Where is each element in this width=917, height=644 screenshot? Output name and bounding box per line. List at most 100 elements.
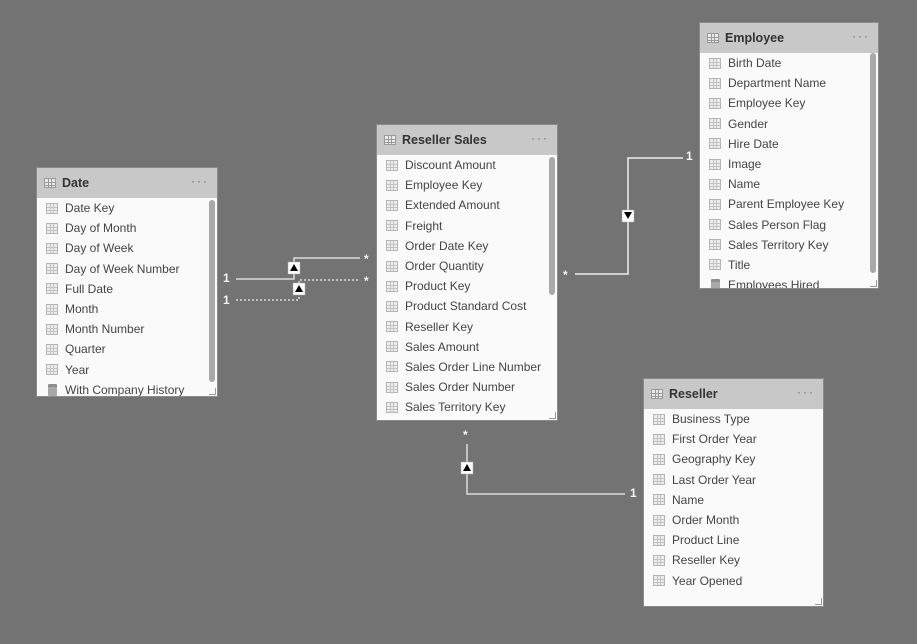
field-item[interactable]: Order Date Key	[377, 236, 557, 256]
field-item[interactable]: With Company History	[37, 380, 217, 396]
field-item[interactable]: Sales Amount	[377, 337, 557, 357]
column-icon	[46, 222, 58, 234]
field-item[interactable]: Day of Week Number	[37, 259, 217, 279]
table-icon	[44, 178, 56, 188]
table-header[interactable]: Reseller Sales ···	[377, 125, 557, 155]
field-label: Full Date	[65, 281, 114, 296]
field-item[interactable]: Month Number	[37, 319, 217, 339]
field-item[interactable]: Sales Territory Key	[377, 397, 557, 417]
table-card-date[interactable]: Date ··· Date Key Day of Month Day of Week…	[37, 168, 217, 396]
field-item[interactable]: Sales Person Flag	[700, 215, 878, 235]
field-item[interactable]: Sales Order Number	[377, 377, 557, 397]
more-options-button[interactable]: ···	[852, 30, 870, 42]
field-list: Business Type First Order Year Geography K…	[644, 409, 823, 606]
column-icon	[653, 534, 665, 546]
field-item[interactable]: Business Type	[644, 409, 823, 429]
column-icon	[46, 202, 58, 214]
field-item[interactable]: Quarter	[37, 339, 217, 359]
field-item[interactable]: Employee Key	[377, 175, 557, 195]
field-item[interactable]: Sales Order Line Number	[377, 357, 557, 377]
field-item[interactable]: Gender	[700, 114, 878, 134]
column-icon	[46, 323, 58, 335]
field-item[interactable]: Date Key	[37, 198, 217, 218]
resize-handle[interactable]	[209, 388, 216, 395]
field-item[interactable]: Year	[37, 360, 217, 380]
field-item[interactable]: Parent Employee Key	[700, 194, 878, 214]
field-item[interactable]: Product Line	[644, 530, 823, 550]
field-label: Parent Employee Key	[728, 197, 845, 212]
field-item[interactable]: Reseller Key	[377, 317, 557, 337]
field-item[interactable]: Employees Hired	[700, 275, 878, 288]
table-card-employee[interactable]: Employee ··· Birth Date Department Name Em…	[700, 23, 878, 288]
field-item[interactable]: Reseller Key	[644, 550, 823, 570]
resize-handle[interactable]	[549, 412, 556, 419]
column-icon	[46, 343, 58, 355]
table-title: Date	[62, 176, 90, 190]
resize-handle[interactable]	[815, 598, 822, 605]
field-label: Reseller Key	[405, 319, 474, 334]
scrollbar[interactable]	[209, 200, 215, 382]
scrollbar[interactable]	[549, 157, 555, 295]
field-item[interactable]: Image	[700, 154, 878, 174]
field-item[interactable]: Name	[700, 174, 878, 194]
column-icon	[709, 97, 721, 109]
field-item[interactable]: Order Quantity	[377, 256, 557, 276]
field-label: Product Standard Cost	[405, 299, 527, 314]
column-icon	[386, 199, 398, 211]
field-item[interactable]: Day of Month	[37, 218, 217, 238]
relationship-reseller-reseller-sales[interactable]	[466, 444, 625, 495]
table-title: Reseller Sales	[402, 133, 487, 147]
resize-handle[interactable]	[870, 280, 877, 287]
column-icon	[46, 283, 58, 295]
table-header[interactable]: Date ···	[37, 168, 217, 198]
field-item[interactable]: Extended Amount	[377, 195, 557, 215]
column-icon	[386, 220, 398, 232]
field-item[interactable]: Birth Date	[700, 53, 878, 73]
field-label: Department Name	[728, 76, 827, 91]
more-options-button[interactable]: ···	[191, 175, 209, 187]
cardinality-one-label: 1	[630, 486, 637, 500]
field-item[interactable]: Title	[700, 255, 878, 275]
column-icon	[386, 361, 398, 373]
field-item[interactable]: Discount Amount	[377, 155, 557, 175]
field-item[interactable]: Department Name	[700, 73, 878, 93]
table-card-reseller[interactable]: Reseller ··· Business Type First Order Ye…	[644, 379, 823, 606]
field-item[interactable]: Month	[37, 299, 217, 319]
field-item[interactable]: Year Opened	[644, 571, 823, 591]
field-label: Order Quantity	[405, 259, 484, 274]
field-label: Order Month	[672, 513, 740, 528]
field-item[interactable]: Sales Territory Key	[700, 235, 878, 255]
field-item[interactable]: Order Month	[644, 510, 823, 530]
field-label: Sales Person Flag	[728, 217, 827, 232]
field-item[interactable]: First Order Year	[644, 429, 823, 449]
more-options-button[interactable]: ···	[797, 386, 815, 398]
field-label: Order Date Key	[405, 238, 489, 253]
field-label: Day of Week Number	[65, 261, 180, 276]
table-icon	[651, 389, 663, 399]
field-item[interactable]: Product Standard Cost	[377, 296, 557, 316]
filter-direction-arrow-down-icon	[621, 209, 635, 223]
column-icon	[386, 381, 398, 393]
more-options-button[interactable]: ···	[531, 132, 549, 144]
field-label: Day of Month	[65, 221, 137, 236]
table-header[interactable]: Reseller ···	[644, 379, 823, 409]
field-item[interactable]: Name	[644, 490, 823, 510]
field-label: Sales Order Line Number	[405, 359, 542, 374]
field-item[interactable]: Full Date	[37, 279, 217, 299]
column-icon	[46, 303, 58, 315]
field-label: Geography Key	[672, 452, 756, 467]
field-item[interactable]: Day of Week	[37, 238, 217, 258]
table-card-reseller-sales[interactable]: Reseller Sales ··· Discount Amount Employ…	[377, 125, 557, 420]
table-icon	[707, 33, 719, 43]
scrollbar[interactable]	[870, 53, 876, 273]
field-item[interactable]: Freight	[377, 216, 557, 236]
filter-direction-arrow-up-icon	[292, 282, 306, 296]
field-item[interactable]: Hire Date	[700, 134, 878, 154]
column-icon	[386, 260, 398, 272]
field-item[interactable]: Product Key	[377, 276, 557, 296]
field-label: Image	[728, 157, 762, 172]
table-header[interactable]: Employee ···	[700, 23, 878, 53]
field-item[interactable]: Employee Key	[700, 93, 878, 113]
field-item[interactable]: Last Order Year	[644, 470, 823, 490]
field-item[interactable]: Geography Key	[644, 449, 823, 469]
